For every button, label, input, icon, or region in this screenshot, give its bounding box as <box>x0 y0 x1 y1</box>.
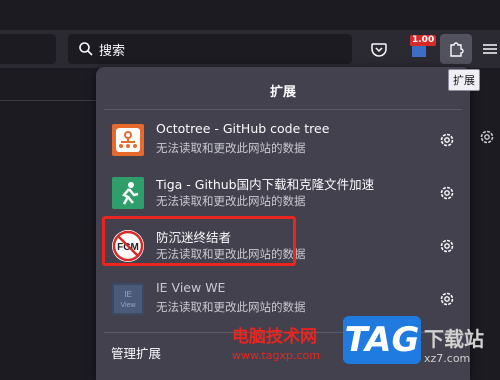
extensions-button[interactable] <box>440 34 472 64</box>
extension-name: Octotree - GitHub code tree <box>156 121 330 136</box>
tiga-icon <box>112 177 144 209</box>
svg-text:View: View <box>120 302 136 309</box>
gear-icon[interactable] <box>438 237 456 255</box>
divider <box>0 100 96 101</box>
extension-badge: 1.00 <box>410 35 437 46</box>
divider <box>104 109 462 110</box>
search-box[interactable]: 搜索 <box>68 34 352 64</box>
extension-name: IE View WE <box>156 280 226 295</box>
ieview-icon: IE View <box>112 283 144 315</box>
gear-icon[interactable] <box>438 184 456 202</box>
puzzle-icon <box>450 42 464 57</box>
extension-name: Tiga - Github国内下载和克隆文件加速 <box>156 177 375 192</box>
gear-icon[interactable] <box>478 128 496 146</box>
extension-desc: 无法读取和更改此网站的数据 <box>156 194 306 208</box>
manage-extensions-link[interactable]: 管理扩展 <box>111 343 161 362</box>
octotree-icon <box>112 124 144 156</box>
pocket-button[interactable] <box>366 36 392 62</box>
pocket-icon <box>371 43 387 57</box>
search-icon <box>79 42 93 56</box>
panel-title: 扩展 <box>269 85 296 100</box>
extension-item-tiga[interactable]: Tiga - Github国内下载和克隆文件加速 无法读取和更改此网站的数据 <box>104 168 462 218</box>
watermark-text: 电脑技术网 <box>232 327 317 347</box>
highlight-box <box>102 216 296 266</box>
extension-desc: 无法读取和更改此网站的数据 <box>156 300 306 314</box>
url-bar[interactable] <box>0 34 56 64</box>
extensions-tooltip: 扩展 <box>448 69 480 91</box>
search-placeholder: 搜索 <box>99 43 126 59</box>
extension-item-octotree[interactable]: Octotree - GitHub code tree 无法读取和更改此网站的数… <box>104 115 462 165</box>
extension-desc: 无法读取和更改此网站的数据 <box>156 141 306 155</box>
watermark-side-url: xz7.com <box>424 352 471 365</box>
title-bar <box>0 0 500 30</box>
svg-text:IE: IE <box>124 290 132 299</box>
gear-icon[interactable] <box>438 131 456 149</box>
watermark-url: www.tagxp.com <box>232 349 320 362</box>
app-menu-button[interactable] <box>480 36 500 62</box>
watermark-logo: TAG <box>343 316 421 364</box>
gear-icon[interactable] <box>438 290 456 308</box>
hamburger-icon <box>483 44 497 54</box>
watermark-side-text: 下载站 <box>424 327 484 351</box>
